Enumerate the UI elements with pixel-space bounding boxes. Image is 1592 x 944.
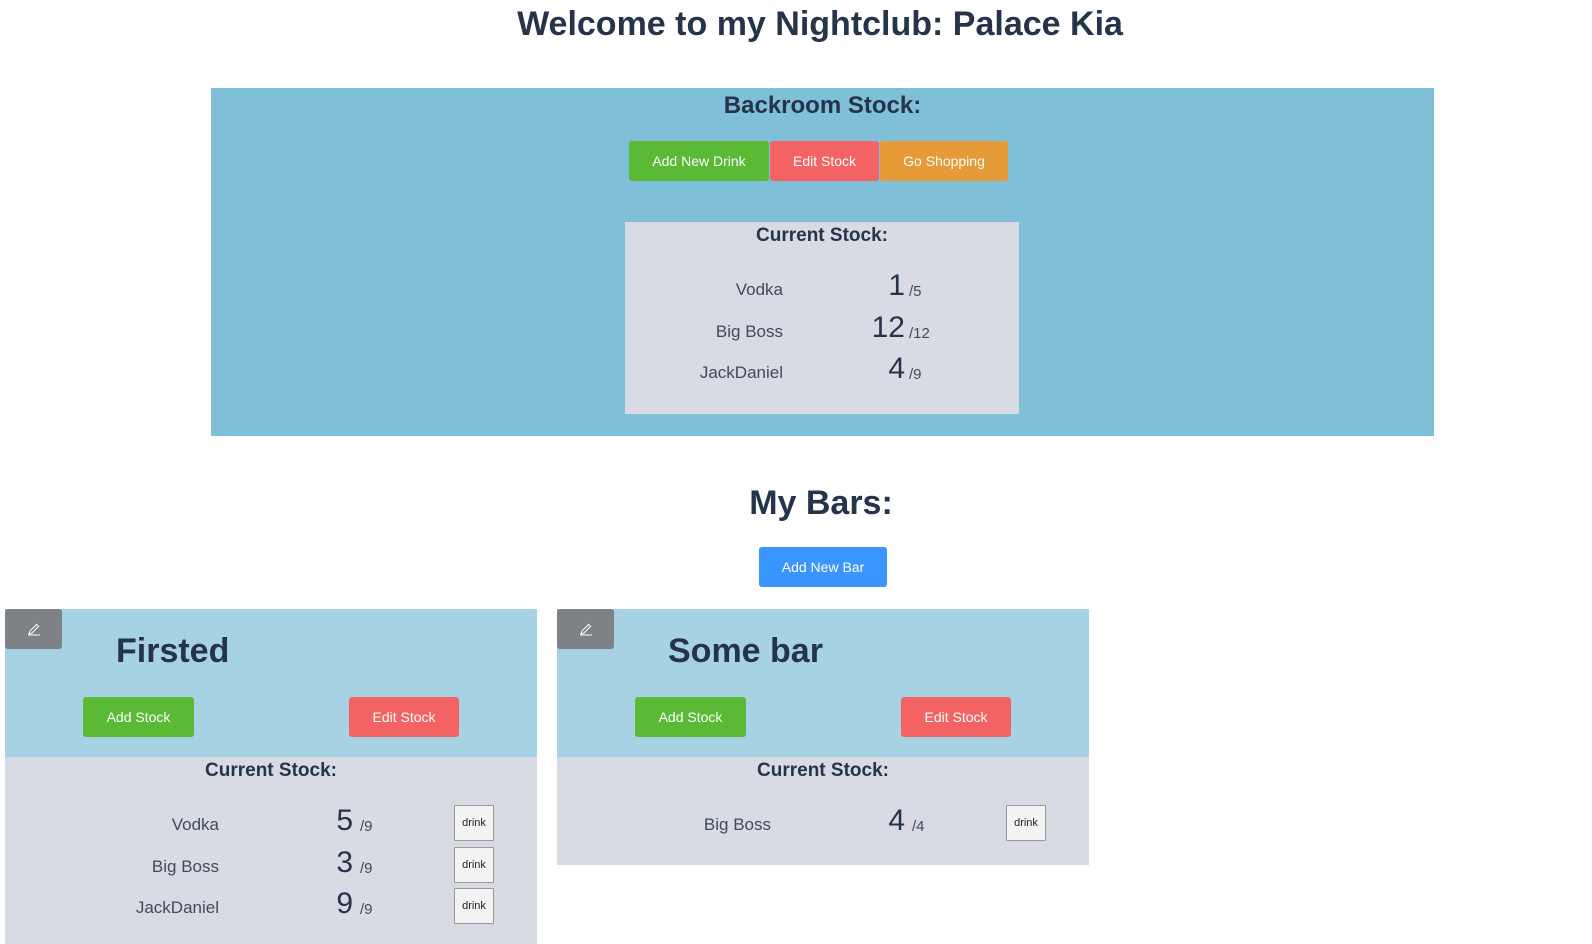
- backroom-panel: Backroom Stock: Add New Drink Edit Stock…: [211, 88, 1434, 436]
- stock-item-qty: 12: [871, 311, 905, 344]
- stock-item-qty: 5: [336, 804, 353, 837]
- edit-stock-button[interactable]: Edit Stock: [901, 697, 1011, 737]
- bar-stock-box: Current Stock: Vodka 5 /9 drink Big Boss…: [5, 757, 537, 944]
- stock-item-qty: 3: [336, 846, 353, 879]
- backroom-title: Backroom Stock:: [723, 92, 922, 119]
- my-bars-title: My Bars:: [749, 484, 893, 522]
- bar-stock-box: Current Stock: Big Boss 4 /4 drink: [557, 757, 1089, 865]
- drink-button[interactable]: drink: [454, 847, 494, 883]
- bar-header: Some bar Add Stock Edit Stock: [557, 609, 1089, 757]
- stock-row: Vodka 1 /5: [625, 268, 1019, 308]
- page: Welcome to my Nightclub: Palace Kia Back…: [0, 0, 1592, 944]
- edit-bar-name-button[interactable]: [557, 609, 614, 649]
- add-stock-button[interactable]: Add Stock: [83, 697, 194, 737]
- stock-item-max: /4: [912, 818, 925, 835]
- edit-stock-button[interactable]: Edit Stock: [770, 141, 879, 181]
- pencil-icon: [579, 623, 592, 636]
- current-stock-title: Current Stock:: [205, 760, 337, 781]
- stock-item-max: /5: [909, 283, 922, 300]
- stock-row: Big Boss 4 /4 drink: [557, 803, 1089, 843]
- stock-row: Big Boss 12 /12: [625, 310, 1019, 350]
- add-new-drink-button[interactable]: Add New Drink: [629, 141, 769, 181]
- drink-button[interactable]: drink: [1006, 805, 1046, 841]
- drink-button[interactable]: drink: [454, 888, 494, 924]
- drink-button[interactable]: drink: [454, 805, 494, 841]
- bar-header: Firsted Add Stock Edit Stock: [5, 609, 537, 757]
- edit-stock-button[interactable]: Edit Stock: [349, 697, 459, 737]
- pencil-icon: [27, 623, 40, 636]
- stock-item-qty: 4: [888, 352, 905, 385]
- stock-item-name: Vodka: [735, 280, 783, 299]
- current-stock-title: Current Stock:: [757, 760, 889, 781]
- stock-item-qty: 9: [336, 887, 353, 920]
- stock-item-qty: 4: [888, 804, 905, 837]
- stock-item-max: /12: [909, 325, 930, 342]
- stock-row: JackDaniel 4 /9: [625, 351, 1019, 391]
- stock-item-name: Big Boss: [151, 857, 219, 876]
- go-shopping-button[interactable]: Go Shopping: [880, 141, 1008, 181]
- stock-item-name: Vodka: [171, 815, 219, 834]
- stock-item-max: /9: [909, 366, 922, 383]
- stock-item-name: JackDaniel: [135, 898, 219, 917]
- bar-name: Firsted: [116, 632, 230, 670]
- stock-item-max: /9: [360, 818, 373, 835]
- stock-item-max: /9: [360, 860, 373, 877]
- stock-item-name: Big Boss: [703, 815, 771, 834]
- stock-row: JackDaniel 9 /9 drink: [5, 886, 537, 926]
- current-stock-title: Current Stock:: [756, 225, 888, 246]
- stock-row: Big Boss 3 /9 drink: [5, 845, 537, 885]
- stock-item-name: JackDaniel: [699, 363, 783, 382]
- stock-row: Vodka 5 /9 drink: [5, 803, 537, 843]
- bar-name: Some bar: [668, 632, 823, 670]
- add-stock-button[interactable]: Add Stock: [635, 697, 746, 737]
- edit-bar-name-button[interactable]: [5, 609, 62, 649]
- backroom-stock-box: Current Stock: Vodka 1 /5 Big Boss 12 /1…: [625, 222, 1019, 414]
- stock-item-max: /9: [360, 901, 373, 918]
- stock-item-name: Big Boss: [715, 322, 783, 341]
- add-new-bar-button[interactable]: Add New Bar: [759, 547, 887, 587]
- page-title: Welcome to my Nightclub: Palace Kia: [517, 5, 1123, 43]
- stock-item-qty: 1: [888, 269, 905, 302]
